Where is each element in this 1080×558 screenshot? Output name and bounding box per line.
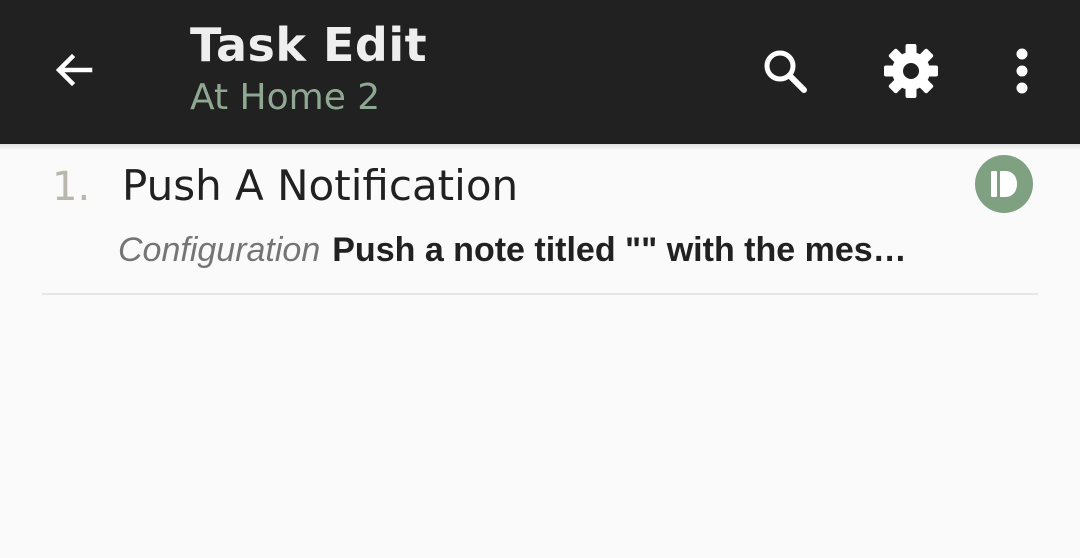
title-block: Task Edit At Home 2 <box>190 14 427 122</box>
configuration-label: Configuration <box>118 231 321 269</box>
list-divider <box>42 293 1038 295</box>
gear-icon <box>884 44 938 98</box>
search-button[interactable] <box>750 36 820 106</box>
pushbullet-icon <box>991 171 1017 197</box>
page-title: Task Edit <box>190 18 428 72</box>
action-configuration: Configuration Push a note titled "" with … <box>118 226 968 274</box>
back-button[interactable] <box>44 38 104 102</box>
task-name-subtitle: At Home 2 <box>190 77 381 118</box>
search-icon <box>764 50 807 93</box>
action-number: 1. <box>52 164 91 210</box>
settings-button[interactable] <box>876 36 946 106</box>
more-vert-icon <box>1016 48 1028 94</box>
action-name: Push A Notification <box>122 161 519 210</box>
plugin-badge <box>975 155 1033 213</box>
configuration-value: Push a note titled "" with the mes… <box>332 231 907 269</box>
action-list-item[interactable]: 1. Push A Notification Configuration Push… <box>0 150 1080 295</box>
more-options-button[interactable] <box>987 36 1057 106</box>
app-bar: Task Edit At Home 2 <box>0 0 1080 144</box>
arrow-left-icon <box>55 53 93 87</box>
